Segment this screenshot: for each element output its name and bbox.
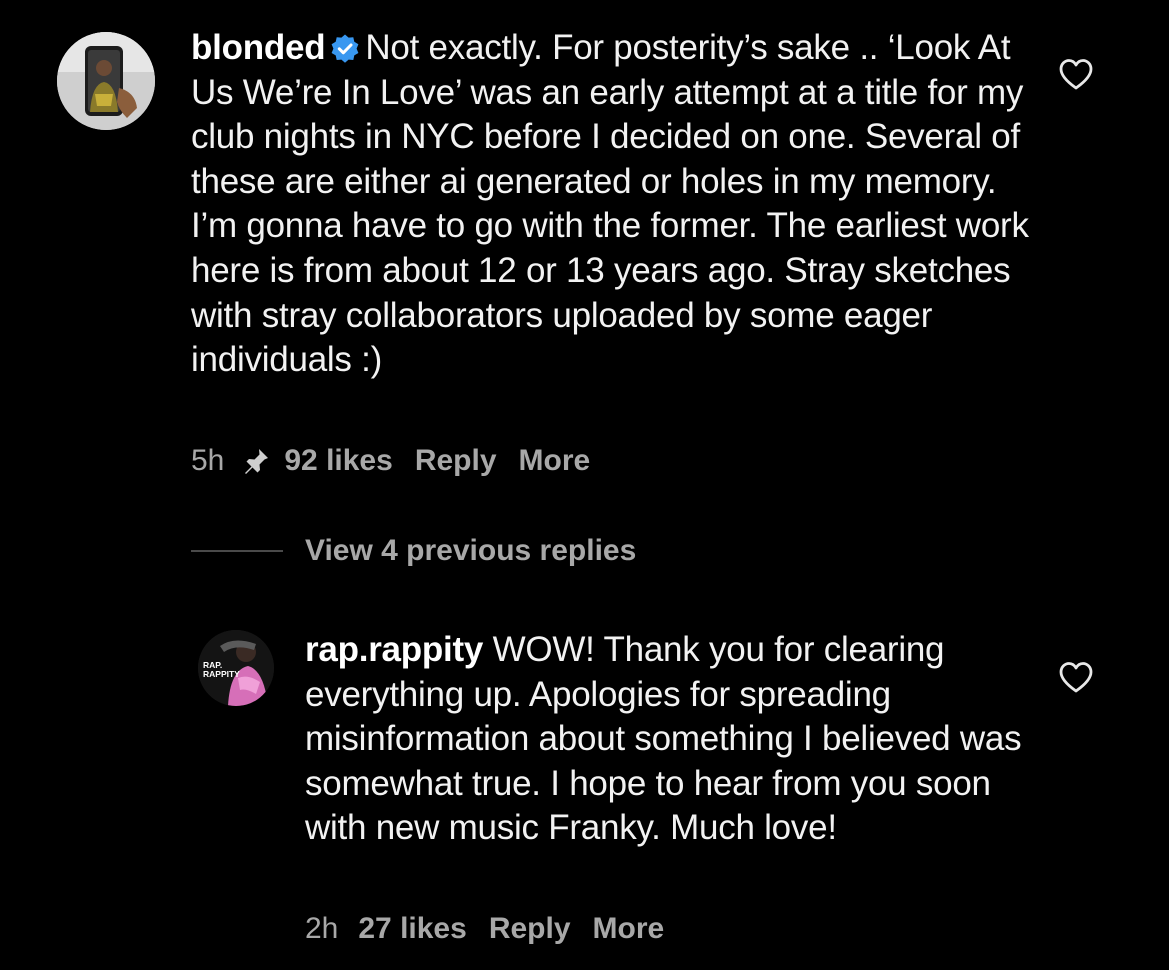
comment-text: Not exactly. For posterity’s sake .. ‘Lo… bbox=[191, 28, 1029, 380]
comment-body: blonded Not exactly. For posterity’s sake… bbox=[191, 26, 1051, 383]
verified-badge-icon bbox=[331, 34, 359, 63]
comment-time: 5h bbox=[191, 444, 225, 477]
reply-heart-icon[interactable] bbox=[1058, 660, 1094, 694]
pin-icon bbox=[245, 449, 269, 474]
comment-username[interactable]: blonded bbox=[191, 28, 326, 67]
replies-divider-line bbox=[191, 550, 283, 552]
reply-more-button[interactable]: More bbox=[593, 912, 665, 946]
avatar[interactable] bbox=[57, 32, 155, 130]
reply-avatar-logo-line2: RAPPITY bbox=[203, 669, 240, 679]
reply-time: 2h bbox=[305, 912, 339, 945]
reply-likes[interactable]: 27 likes bbox=[358, 912, 466, 946]
reply-meta: 2h 27 likes Reply More bbox=[305, 912, 664, 946]
reply-username[interactable]: rap.rappity bbox=[305, 630, 483, 669]
reply-reply-button[interactable]: Reply bbox=[489, 912, 571, 946]
more-button[interactable]: More bbox=[519, 444, 591, 478]
comment-likes[interactable]: 92 likes bbox=[284, 444, 392, 478]
reply-button[interactable]: Reply bbox=[415, 444, 497, 478]
view-replies-label[interactable]: View 4 previous replies bbox=[305, 534, 636, 568]
comment-meta: 5h 92 likes Reply More bbox=[191, 444, 590, 478]
reply-body: rap.rappity WOW! Thank you for clearing … bbox=[305, 628, 1025, 851]
avatar-photo bbox=[57, 32, 155, 130]
view-previous-replies[interactable]: View 4 previous replies bbox=[191, 534, 636, 568]
heart-icon[interactable] bbox=[1058, 57, 1094, 91]
reply-avatar-photo: RAP. RAPPITY bbox=[198, 630, 274, 706]
reply-avatar[interactable]: RAP. RAPPITY bbox=[198, 630, 274, 706]
